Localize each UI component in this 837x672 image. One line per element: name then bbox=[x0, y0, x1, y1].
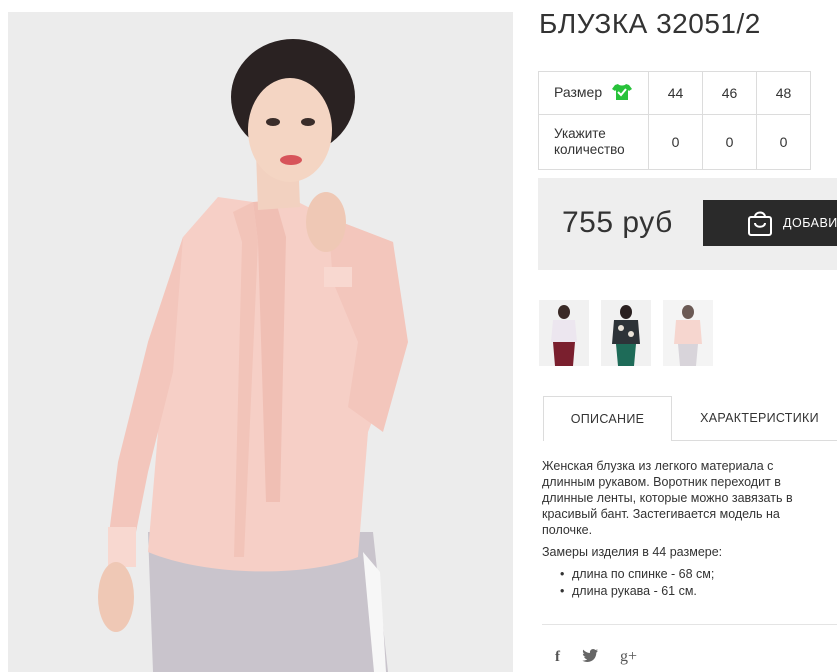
description-text: Женская блузка из легкого материала с дл… bbox=[542, 459, 793, 537]
measurements-title: Замеры изделия в 44 размере: bbox=[542, 545, 723, 559]
shopping-bag-icon bbox=[747, 209, 773, 240]
size-option-46: 46 bbox=[702, 71, 757, 115]
tab-description[interactable]: ОПИСАНИЕ bbox=[543, 396, 672, 441]
add-to-cart-button[interactable]: ДОБАВИТЬ bbox=[703, 200, 837, 246]
quantity-input-44[interactable]: 0 bbox=[648, 114, 703, 170]
model-blouse-illustration bbox=[8, 12, 513, 672]
twitter-icon[interactable] bbox=[582, 648, 598, 666]
product-main-image[interactable] bbox=[8, 12, 513, 672]
product-thumbnails bbox=[539, 300, 713, 366]
size-option-48: 48 bbox=[756, 71, 811, 115]
quantity-input-48[interactable]: 0 bbox=[756, 114, 811, 170]
size-label: Размер bbox=[554, 83, 603, 100]
product-title: БЛУЗКА 32051/2 bbox=[539, 8, 761, 39]
product-price: 755 руб bbox=[562, 206, 673, 239]
thumbnail-1[interactable] bbox=[539, 300, 589, 366]
product-tabs: ОПИСАНИЕ ХАРАКТЕРИСТИКИ bbox=[543, 396, 837, 441]
quantity-input-46[interactable]: 0 bbox=[702, 114, 757, 170]
quantity-label-line1: Укажите bbox=[554, 126, 606, 141]
measurements-list: длина по спинке - 68 см; длина рукава - … bbox=[542, 566, 822, 599]
quantity-label-line2: количество bbox=[554, 142, 625, 157]
size-label-cell: Размер bbox=[538, 71, 649, 115]
thumbnail-3[interactable] bbox=[663, 300, 713, 366]
social-share: f g+ bbox=[555, 648, 637, 666]
add-to-cart-label: ДОБАВИТЬ bbox=[783, 216, 837, 230]
size-option-44: 44 bbox=[648, 71, 703, 115]
measurement-item: длина рукава - 61 см. bbox=[560, 583, 822, 599]
size-chart-icon[interactable] bbox=[612, 83, 633, 104]
measurement-item: длина по спинке - 68 см; bbox=[560, 566, 822, 582]
tab-characteristics[interactable]: ХАРАКТЕРИСТИКИ bbox=[672, 396, 837, 441]
facebook-icon[interactable]: f bbox=[555, 649, 560, 666]
price-box: 755 руб ДОБАВИТЬ bbox=[538, 178, 837, 270]
google-plus-icon[interactable]: g+ bbox=[620, 648, 637, 666]
divider bbox=[542, 624, 837, 625]
size-quantity-table: Размер 44 46 48 Укажите количество 0 0 0 bbox=[538, 71, 811, 170]
thumbnail-2[interactable] bbox=[601, 300, 651, 366]
quantity-label-cell: Укажите количество bbox=[538, 114, 649, 170]
product-description: Женская блузка из легкого материала с дл… bbox=[542, 458, 822, 600]
